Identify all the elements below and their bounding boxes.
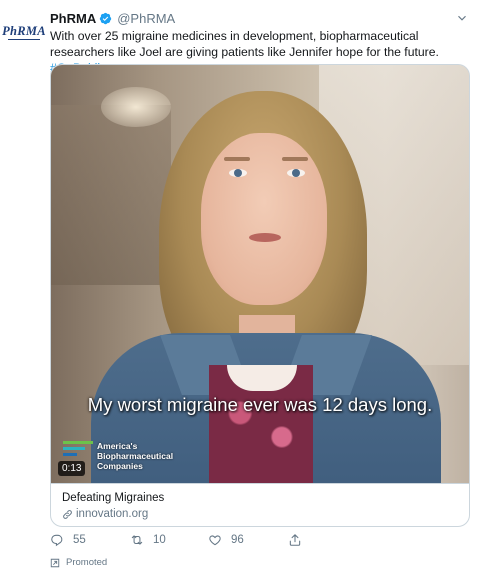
brand-line: Companies xyxy=(97,461,143,471)
link-card[interactable]: My worst migraine ever was 12 days long.… xyxy=(50,64,470,527)
retweet-button[interactable]: 10 xyxy=(130,533,166,547)
like-count: 96 xyxy=(231,534,244,546)
tweet-body: With over 25 migraine medicines in devel… xyxy=(50,29,439,59)
brand-bar xyxy=(63,441,93,444)
heart-icon xyxy=(209,535,221,546)
reply-count: 55 xyxy=(73,534,86,546)
person-eye-left xyxy=(229,169,247,177)
background-lamp xyxy=(101,87,171,127)
brand-text: America's Biopharmaceutical Companies xyxy=(97,441,173,471)
promoted-icon xyxy=(50,558,60,567)
tweet[interactable]: PhRMA PhRMA @PhRMA With over 25 migraine… xyxy=(0,0,477,579)
brand-line: America's xyxy=(97,441,138,451)
card-domain-text: innovation.org xyxy=(76,508,149,520)
action-bar: 55 10 96 xyxy=(50,533,350,549)
brand-bar xyxy=(63,447,85,450)
retweet-icon xyxy=(131,535,143,545)
chevron-down-icon[interactable] xyxy=(455,11,469,25)
verified-badge-icon xyxy=(100,12,112,25)
share-button[interactable] xyxy=(288,533,311,547)
person-face xyxy=(201,133,327,305)
retweet-count: 10 xyxy=(153,534,166,546)
card-info[interactable]: Defeating Migraines innovation.org xyxy=(51,483,469,526)
avatar[interactable]: PhRMA xyxy=(2,20,46,42)
video-duration-badge: 0:13 xyxy=(58,461,86,476)
person-mouth xyxy=(249,233,281,242)
card-domain[interactable]: innovation.org xyxy=(62,508,458,520)
promoted-text: Promoted xyxy=(66,557,108,568)
reply-icon xyxy=(51,534,63,547)
reply-button[interactable]: 55 xyxy=(50,533,86,547)
author-name[interactable]: PhRMA xyxy=(50,11,96,26)
link-icon xyxy=(63,509,72,519)
person-brow-left xyxy=(224,157,250,161)
background-shelf xyxy=(51,105,171,285)
person-brow-right xyxy=(282,157,308,161)
author-handle[interactable]: @PhRMA xyxy=(117,11,175,26)
avatar-logo-text: PhRMA xyxy=(2,23,46,38)
brand-line: Biopharmaceutical xyxy=(97,451,174,461)
person-eye-right xyxy=(287,169,305,177)
video-player[interactable]: My worst migraine ever was 12 days long.… xyxy=(51,65,469,483)
promoted-label: Promoted xyxy=(50,557,107,568)
brand-bars-icon xyxy=(63,441,93,459)
like-button[interactable]: 96 xyxy=(208,533,244,547)
video-subtitle: My worst migraine ever was 12 days long. xyxy=(87,394,433,415)
share-icon xyxy=(289,534,301,546)
avatar-underline xyxy=(8,39,40,40)
card-title[interactable]: Defeating Migraines xyxy=(62,491,458,505)
brand-bar xyxy=(63,453,77,456)
tweet-header: PhRMA @PhRMA xyxy=(50,11,175,26)
